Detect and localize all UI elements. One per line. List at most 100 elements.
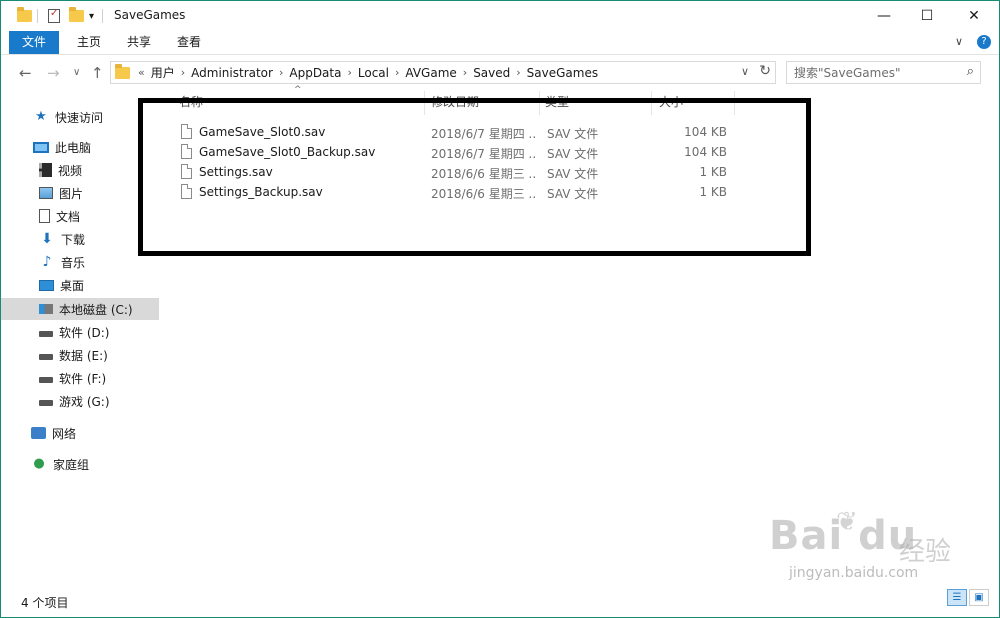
sidebar-item-label: 视频 bbox=[58, 163, 83, 178]
large-icons-view-icon[interactable]: ▣ bbox=[969, 589, 989, 606]
picture-icon bbox=[39, 187, 53, 199]
table-row[interactable]: GameSave_Slot0_Backup.sav 2018/6/7 星期四 .… bbox=[177, 142, 747, 162]
column-header-size[interactable]: 大小 bbox=[659, 93, 683, 110]
sidebar-item-downloads[interactable]: ⬇ 下载 bbox=[1, 228, 159, 250]
breadcrumb-separator-icon[interactable]: › bbox=[347, 66, 351, 79]
sidebar-item-quick-access[interactable]: ★ 快速访问 bbox=[1, 106, 159, 128]
tab-view[interactable]: 查看 bbox=[167, 31, 211, 54]
file-type: SAV 文件 bbox=[547, 167, 599, 181]
table-row[interactable]: GameSave_Slot0.sav 2018/6/7 星期四 ... SAV … bbox=[177, 122, 747, 142]
column-header-date[interactable]: 修改日期 bbox=[431, 93, 479, 110]
breadcrumb-separator-icon[interactable]: › bbox=[181, 66, 185, 79]
column-divider[interactable] bbox=[651, 91, 652, 115]
desktop-icon bbox=[39, 279, 54, 291]
sidebar-item-network[interactable]: 网络 bbox=[1, 422, 159, 444]
drive-icon bbox=[39, 377, 53, 383]
search-input[interactable]: 搜索"SaveGames" ⌕ bbox=[786, 61, 981, 84]
drive-icon bbox=[39, 400, 53, 406]
sidebar-item-homegroup[interactable]: ● 家庭组 bbox=[1, 453, 159, 475]
file-icon bbox=[181, 144, 192, 159]
sidebar-item-label: 下载 bbox=[61, 232, 86, 247]
breadcrumb-administrator[interactable]: Administrator bbox=[191, 66, 273, 80]
breadcrumb-appdata[interactable]: AppData bbox=[289, 66, 341, 80]
column-divider[interactable] bbox=[734, 91, 735, 115]
table-row[interactable]: Settings.sav 2018/6/6 星期三 ... SAV 文件 1 K… bbox=[177, 162, 747, 182]
breadcrumb-users[interactable]: 用户 bbox=[151, 64, 175, 81]
close-button[interactable]: ✕ bbox=[951, 1, 997, 31]
column-divider[interactable] bbox=[539, 91, 540, 115]
file-date: 2018/6/6 星期三 ... bbox=[431, 167, 535, 181]
help-icon[interactable]: ? bbox=[977, 35, 991, 49]
homegroup-icon: ● bbox=[33, 456, 45, 471]
file-date: 2018/6/6 星期三 ... bbox=[431, 187, 535, 201]
sidebar-item-label: 文档 bbox=[56, 209, 81, 224]
refresh-icon[interactable]: ↻ bbox=[759, 63, 771, 79]
file-date: 2018/6/7 星期四 ... bbox=[431, 147, 535, 161]
breadcrumb-separator-icon[interactable]: › bbox=[279, 66, 283, 79]
star-icon: ★ bbox=[35, 109, 47, 124]
address-folder-icon bbox=[115, 63, 130, 79]
title-separator bbox=[102, 8, 103, 24]
sidebar-item-drive-f[interactable]: 软件 (F:) bbox=[1, 367, 159, 389]
sidebar-item-label: 数据 (E:) bbox=[59, 348, 108, 363]
breadcrumb-local[interactable]: Local bbox=[358, 66, 389, 80]
file-date: 2018/6/7 星期四 ... bbox=[431, 127, 535, 141]
new-folder-icon[interactable] bbox=[69, 7, 84, 24]
navigation-pane: ★ 快速访问 此电脑 视频 图片 文档 ⬇ 下载 ♪ 音乐 桌面 本地磁盘 (C… bbox=[1, 91, 159, 586]
breadcrumb-avgame[interactable]: AVGame bbox=[405, 66, 456, 80]
sidebar-item-label: 快速访问 bbox=[55, 110, 104, 125]
file-name: Settings_Backup.sav bbox=[199, 185, 323, 199]
sidebar-item-label: 家庭组 bbox=[53, 457, 90, 472]
status-bar: 4 个项目 ☰ ▣ bbox=[1, 586, 999, 617]
address-bar[interactable]: « 用户 › Administrator › AppData › Local ›… bbox=[110, 61, 776, 84]
tab-home[interactable]: 主页 bbox=[67, 31, 111, 54]
customize-qa-chevron-icon[interactable]: ▾ bbox=[89, 8, 94, 24]
sidebar-item-desktop[interactable]: 桌面 bbox=[1, 274, 159, 296]
drive-icon bbox=[39, 331, 53, 337]
folder-icon bbox=[17, 7, 32, 24]
sidebar-item-this-pc[interactable]: 此电脑 bbox=[1, 136, 159, 158]
breadcrumb-separator-icon[interactable]: › bbox=[516, 66, 520, 79]
breadcrumb-savegames[interactable]: SaveGames bbox=[527, 66, 598, 80]
computer-icon bbox=[33, 141, 49, 153]
document-icon bbox=[39, 209, 50, 223]
forward-arrow-icon[interactable]: → bbox=[47, 64, 60, 82]
column-header-name[interactable]: 名称 bbox=[179, 93, 203, 110]
recent-locations-chevron-icon[interactable]: ∨ bbox=[73, 67, 80, 78]
breadcrumb-separator-icon[interactable]: › bbox=[463, 66, 467, 79]
item-count: 4 个项目 bbox=[21, 596, 69, 610]
sidebar-item-drive-e[interactable]: 数据 (E:) bbox=[1, 344, 159, 366]
breadcrumb-overflow-icon[interactable]: « bbox=[138, 66, 145, 79]
sidebar-item-drive-g[interactable]: 游戏 (G:) bbox=[1, 390, 159, 412]
tab-file[interactable]: 文件 bbox=[9, 31, 59, 54]
table-row[interactable]: Settings_Backup.sav 2018/6/6 星期三 ... SAV… bbox=[177, 182, 747, 202]
up-arrow-icon[interactable]: ↑ bbox=[91, 64, 104, 82]
maximize-button[interactable]: ☐ bbox=[904, 1, 950, 31]
sidebar-item-drive-d[interactable]: 软件 (D:) bbox=[1, 321, 159, 343]
column-header-type[interactable]: 类型 bbox=[545, 93, 569, 110]
sidebar-item-drive-c[interactable]: 本地磁盘 (C:) bbox=[1, 298, 159, 320]
details-view-icon[interactable]: ☰ bbox=[947, 589, 967, 606]
breadcrumb-separator-icon[interactable]: › bbox=[395, 66, 399, 79]
file-type: SAV 文件 bbox=[547, 127, 599, 141]
sidebar-item-label: 桌面 bbox=[60, 278, 85, 293]
sidebar-item-pictures[interactable]: 图片 bbox=[1, 182, 159, 204]
column-divider[interactable] bbox=[424, 91, 425, 115]
back-arrow-icon[interactable]: ← bbox=[19, 64, 32, 82]
breadcrumb-saved[interactable]: Saved bbox=[473, 66, 510, 80]
file-name: GameSave_Slot0_Backup.sav bbox=[199, 145, 376, 159]
tab-share[interactable]: 共享 bbox=[117, 31, 161, 54]
sidebar-item-label: 本地磁盘 (C:) bbox=[59, 302, 133, 317]
drive-icon bbox=[39, 354, 53, 360]
search-icon[interactable]: ⌕ bbox=[967, 64, 974, 79]
sidebar-item-documents[interactable]: 文档 bbox=[1, 205, 159, 227]
sidebar-item-videos[interactable]: 视频 bbox=[1, 159, 159, 181]
sidebar-item-music[interactable]: ♪ 音乐 bbox=[1, 251, 159, 273]
explorer-window: ▾ SaveGames — ☐ ✕ 文件 主页 共享 查看 ∨ ? ← → ∨ … bbox=[0, 0, 1000, 618]
minimize-button[interactable]: — bbox=[861, 1, 907, 31]
address-dropdown-chevron-icon[interactable]: ∨ bbox=[741, 65, 749, 78]
properties-icon[interactable] bbox=[48, 8, 60, 24]
ribbon-expand-chevron-icon[interactable]: ∨ bbox=[955, 35, 963, 48]
file-size: 1 KB bbox=[699, 185, 727, 199]
sidebar-item-label: 图片 bbox=[59, 186, 84, 201]
